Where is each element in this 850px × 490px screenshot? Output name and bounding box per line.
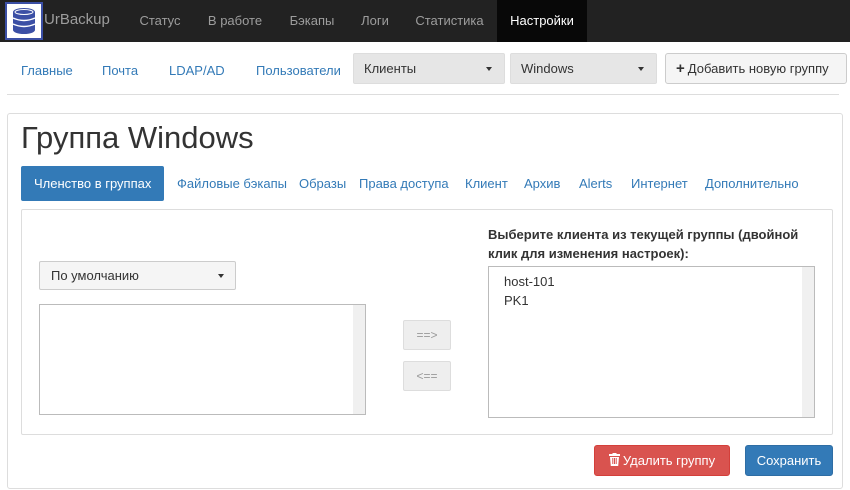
- move-left-button[interactable]: <==: [403, 361, 451, 391]
- nav-activities[interactable]: В работе: [194, 0, 276, 42]
- tab-images[interactable]: Образы: [299, 166, 346, 201]
- divider: [7, 94, 839, 95]
- database-logo-icon: [5, 2, 43, 40]
- settings-link-general[interactable]: Главные: [21, 63, 73, 78]
- tab-permissions[interactable]: Права доступа: [359, 166, 449, 201]
- scrollbar[interactable]: [802, 267, 814, 417]
- add-group-label: Добавить новую группу: [687, 61, 829, 76]
- nav-statistics[interactable]: Статистика: [402, 0, 497, 42]
- tab-group-membership[interactable]: Членство в группах: [21, 166, 165, 201]
- source-group-select[interactable]: По умолчанию: [39, 261, 236, 290]
- nav-settings[interactable]: Настройки: [497, 0, 587, 42]
- group-dropdown-value: Windows: [521, 61, 574, 76]
- plus-icon: +: [676, 60, 685, 77]
- delete-group-label: Удалить группу: [622, 453, 716, 468]
- tab-file-backups[interactable]: Файловые бэкапы: [177, 166, 287, 201]
- page-title: Группа Windows: [21, 120, 254, 155]
- nav-logs[interactable]: Логи: [348, 0, 402, 42]
- list-item[interactable]: host-101: [504, 274, 555, 289]
- settings-link-ldap[interactable]: LDAP/AD: [169, 63, 225, 78]
- scrollbar[interactable]: [353, 305, 365, 414]
- tab-archive[interactable]: Архив: [524, 166, 560, 201]
- nav-status[interactable]: Статус: [126, 0, 194, 42]
- tab-alerts[interactable]: Alerts: [579, 166, 612, 201]
- list-item[interactable]: PK1: [504, 293, 529, 308]
- group-dropdown[interactable]: Windows: [510, 53, 657, 84]
- tab-internet[interactable]: Интернет: [631, 166, 688, 201]
- add-group-button[interactable]: + Добавить новую группу: [665, 53, 847, 84]
- nav-backups[interactable]: Бэкапы: [276, 0, 348, 42]
- source-group-value: По умолчанию: [51, 268, 139, 283]
- save-button[interactable]: Сохранить: [745, 445, 833, 476]
- chevron-down-icon: [486, 67, 492, 71]
- clients-dropdown[interactable]: Клиенты: [353, 53, 505, 84]
- tab-advanced[interactable]: Дополнительно: [705, 166, 799, 201]
- tab-client[interactable]: Клиент: [465, 166, 508, 201]
- chevron-down-icon: [638, 67, 644, 71]
- brand-name: UrBackup: [44, 11, 110, 28]
- clients-dropdown-value: Клиенты: [364, 61, 417, 76]
- move-right-button[interactable]: ==>: [403, 320, 451, 350]
- settings-link-users[interactable]: Пользователи: [256, 63, 341, 78]
- delete-group-button[interactable]: Удалить группу: [594, 445, 730, 476]
- source-clients-list[interactable]: [39, 304, 366, 415]
- current-clients-label: Выберите клиента из текущей группы (двой…: [488, 227, 799, 261]
- trash-icon: [608, 447, 620, 476]
- chevron-down-icon: [218, 274, 224, 278]
- top-navbar: UrBackup Статус В работе Бэкапы Логи Ста…: [0, 0, 850, 42]
- settings-link-mail[interactable]: Почта: [102, 63, 138, 78]
